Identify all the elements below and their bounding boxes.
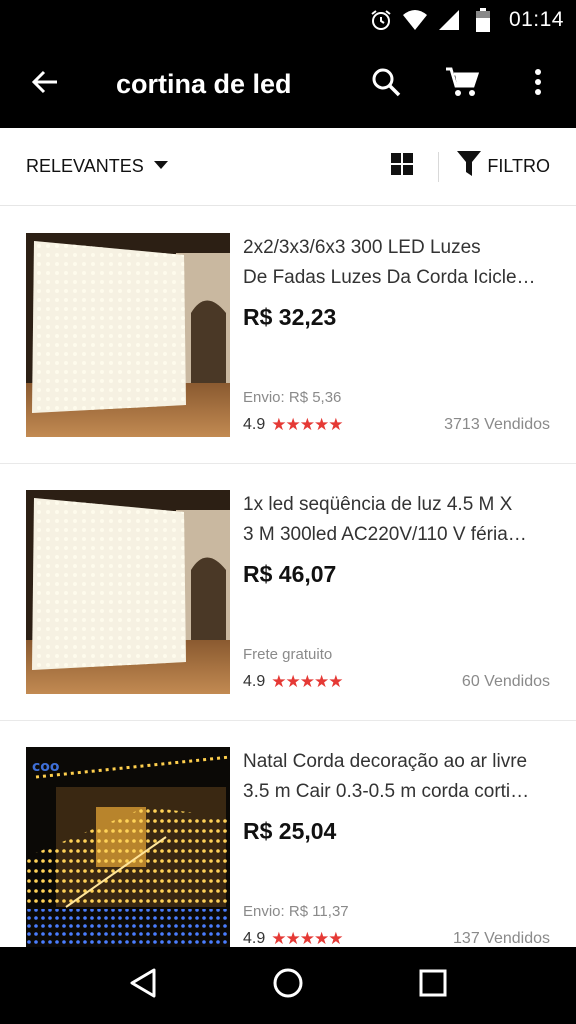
product-title-line-2: 3.5 m Cair 0.3-0.5 m corda corti… [243, 781, 530, 802]
product-title-line-1: 1x led seqüência de luz 4.5 M X [243, 494, 513, 515]
search-icon [370, 66, 402, 103]
product-image: coo [26, 747, 230, 947]
nav-recents-icon [419, 969, 447, 1002]
filter-label: FILTRO [487, 156, 550, 176]
grid-view-button[interactable] [372, 137, 432, 197]
product-list: 2x2/3x3/6x3 300 LED Luzes De Fadas Luzes… [0, 207, 576, 947]
product-info: 2x2/3x3/6x3 300 LED Luzes De Fadas Luzes… [243, 233, 552, 331]
status-time: 01:14 [508, 8, 564, 31]
product-card[interactable]: 2x2/3x3/6x3 300 LED Luzes De Fadas Luzes… [0, 207, 576, 464]
star-rating-icon: ★★★★★ [271, 672, 343, 691]
shipping-info: Frete gratuito [243, 646, 333, 663]
product-image [26, 233, 230, 437]
status-bar: 01:14 [0, 0, 576, 40]
rating-row: 4.9 ★★★★★ 3713 Vendidos [243, 415, 550, 435]
product-price: R$ 32,23 [243, 304, 337, 330]
search-query-title[interactable]: cortina de led [90, 69, 348, 100]
sold-count: 3713 Vendidos [444, 416, 550, 433]
signal-icon [435, 6, 463, 34]
nav-home-button[interactable] [258, 956, 318, 1016]
product-title-line-2: 3 M 300led AC220V/110 V féria… [243, 524, 527, 545]
alarm-icon [367, 6, 395, 34]
shipping-info: Envio: R$ 5,36 [243, 389, 342, 406]
filter-icon [457, 151, 482, 182]
more-vert-icon [534, 68, 542, 101]
sort-filter-bar: RELEVANTES FILTRO [0, 128, 576, 206]
product-title: 1x led seqüência de luz 4.5 M X 3 M 300l… [243, 490, 552, 550]
nav-back-icon [128, 967, 158, 1004]
sort-label: RELEVANTES [26, 156, 144, 176]
product-title-line-2: De Fadas Luzes Da Corda Icicle… [243, 267, 536, 288]
cart-button[interactable] [424, 40, 500, 128]
rating-value: 4.9 [243, 673, 266, 690]
search-button[interactable] [348, 40, 424, 128]
product-title-line-1: Natal Corda decoração ao ar livre [243, 751, 528, 772]
back-button[interactable] [0, 40, 90, 128]
caret-down-icon [153, 160, 168, 169]
toolbar-divider [438, 151, 440, 182]
star-rating-icon: ★★★★★ [271, 415, 343, 434]
rating-row: 4.9 ★★★★★ 60 Vendidos [243, 672, 550, 692]
wifi-icon [401, 6, 429, 34]
nav-home-icon [272, 967, 304, 1004]
product-info: 1x led seqüência de luz 4.5 M X 3 M 300l… [243, 490, 552, 588]
svg-text:coo: coo [32, 759, 60, 775]
rating-row: 4.9 ★★★★★ 137 Vendidos [243, 929, 550, 947]
app-bar: cortina de led [0, 40, 576, 128]
back-arrow-icon [31, 68, 59, 101]
rating-value: 4.9 [243, 930, 266, 947]
sold-count: 60 Vendidos [461, 673, 550, 690]
system-nav-bar [0, 947, 576, 1024]
shipping-info: Envio: R$ 11,37 [243, 903, 349, 920]
grid-view-icon [391, 153, 414, 180]
product-image [26, 490, 230, 694]
more-options-button[interactable] [500, 40, 576, 128]
nav-recents-button[interactable] [403, 956, 463, 1016]
product-price: R$ 46,07 [243, 561, 337, 587]
sort-dropdown[interactable]: RELEVANTES [0, 156, 372, 177]
product-info: Natal Corda decoração ao ar livre 3.5 m … [243, 747, 552, 845]
product-title: Natal Corda decoração ao ar livre 3.5 m … [243, 747, 552, 807]
product-price: R$ 25,04 [243, 818, 337, 844]
cart-icon [445, 66, 480, 103]
nav-back-button[interactable] [113, 956, 173, 1016]
product-card[interactable]: 1x led seqüência de luz 4.5 M X 3 M 300l… [0, 464, 576, 721]
battery-icon [469, 6, 497, 34]
product-card[interactable]: coo Natal Corda decoração ao ar livre 3.… [0, 721, 576, 947]
sold-count: 137 Vendidos [453, 930, 550, 947]
star-rating-icon: ★★★★★ [271, 929, 343, 947]
filter-button[interactable]: FILTRO [457, 151, 576, 182]
product-title-line-1: 2x2/3x3/6x3 300 LED Luzes [243, 237, 481, 258]
product-title: 2x2/3x3/6x3 300 LED Luzes De Fadas Luzes… [243, 233, 552, 293]
rating-value: 4.9 [243, 416, 266, 433]
